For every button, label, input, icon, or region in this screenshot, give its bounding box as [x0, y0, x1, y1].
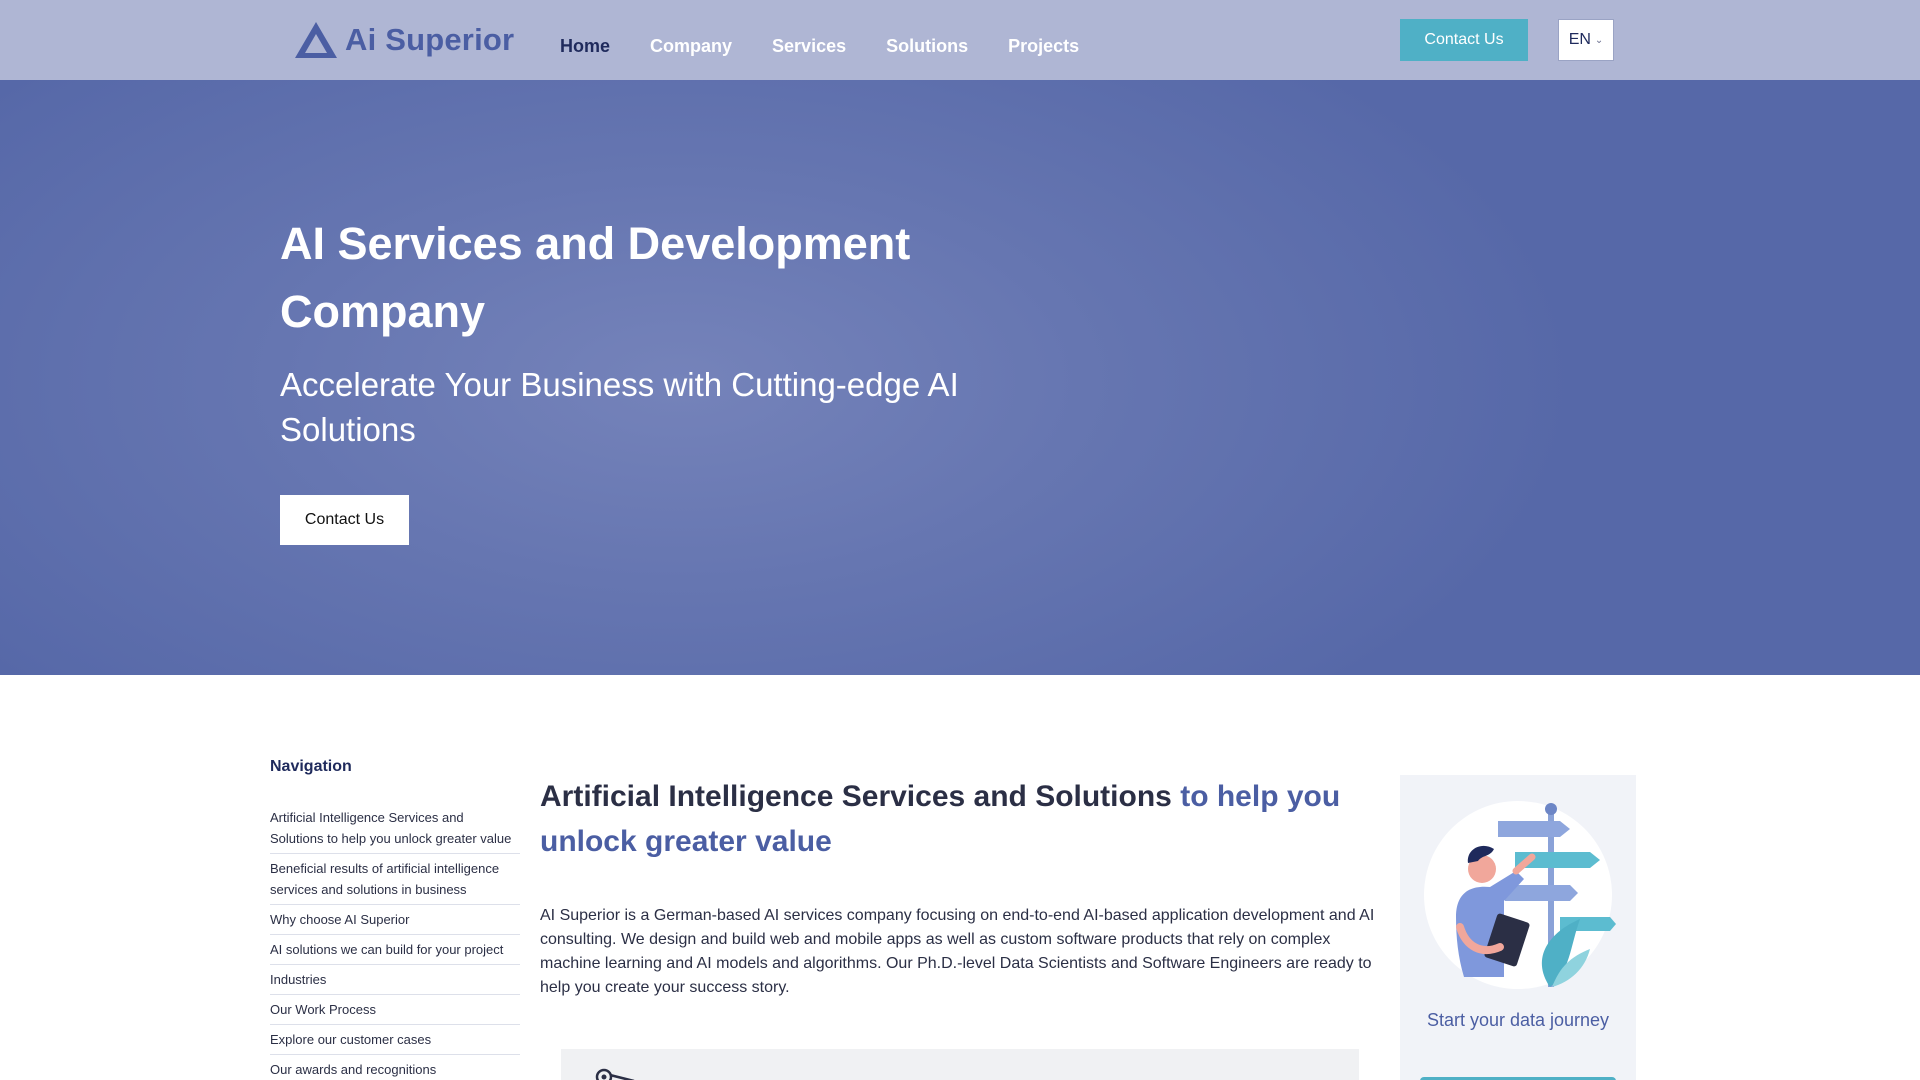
- navigation-title: Navigation: [270, 758, 352, 775]
- section-title-main: Artificial Intelligence Services and Sol…: [540, 780, 1172, 813]
- page-navigation: Navigation Artificial Intelligence Servi…: [270, 758, 520, 1080]
- logo-icon: [295, 22, 337, 58]
- nav-solutions[interactable]: Solutions: [886, 36, 968, 57]
- toc-item[interactable]: Beneficial results of artificial intelli…: [270, 854, 520, 905]
- signpost-illustration-icon: [1456, 803, 1616, 987]
- data-journey-card: Start your data journey: [1400, 775, 1636, 1080]
- toc-item[interactable]: Industries: [270, 965, 520, 995]
- hero-section: AI Services and Development Company Acce…: [0, 80, 1920, 675]
- hero-contact-button[interactable]: Contact Us: [280, 495, 409, 545]
- nav-home[interactable]: Home: [560, 36, 610, 57]
- nav-services[interactable]: Services: [772, 36, 846, 57]
- nav-projects[interactable]: Projects: [1008, 36, 1079, 57]
- feature-card: [561, 1049, 1359, 1080]
- promo-text: Start your data journey: [1426, 1010, 1610, 1030]
- main-nav: Home Company Services Solutions Projects: [560, 36, 1079, 57]
- section-title: Artificial Intelligence Services and Sol…: [540, 774, 1360, 864]
- toc-item[interactable]: Our awards and recognitions: [270, 1055, 520, 1080]
- logo-text: Ai Superior: [345, 22, 515, 57]
- logo[interactable]: Ai Superior: [293, 20, 514, 60]
- camera-icon: [595, 1068, 635, 1080]
- hero-subtitle: Accelerate Your Business with Cutting-ed…: [280, 366, 959, 448]
- language-value: EN: [1568, 31, 1591, 48]
- intro-paragraph: AI Superior is a German-based AI service…: [540, 907, 1375, 996]
- nav-company[interactable]: Company: [650, 36, 732, 57]
- site-header: Ai Superior Home Company Services Soluti…: [0, 0, 1920, 80]
- toc-item[interactable]: Why choose AI Superior: [270, 905, 520, 935]
- toc-item[interactable]: Explore our customer cases: [270, 1025, 520, 1055]
- toc-item[interactable]: AI solutions we can build for your proje…: [270, 935, 520, 965]
- chevron-down-icon: ⌄: [1594, 34, 1604, 46]
- toc-item[interactable]: Artificial Intelligence Services and Sol…: [270, 803, 520, 854]
- toc-item[interactable]: Our Work Process: [270, 995, 520, 1025]
- hero-title: AI Services and Development Company: [280, 218, 911, 337]
- language-selector[interactable]: EN ⌄: [1558, 19, 1614, 61]
- header-contact-button[interactable]: Contact Us: [1400, 19, 1528, 61]
